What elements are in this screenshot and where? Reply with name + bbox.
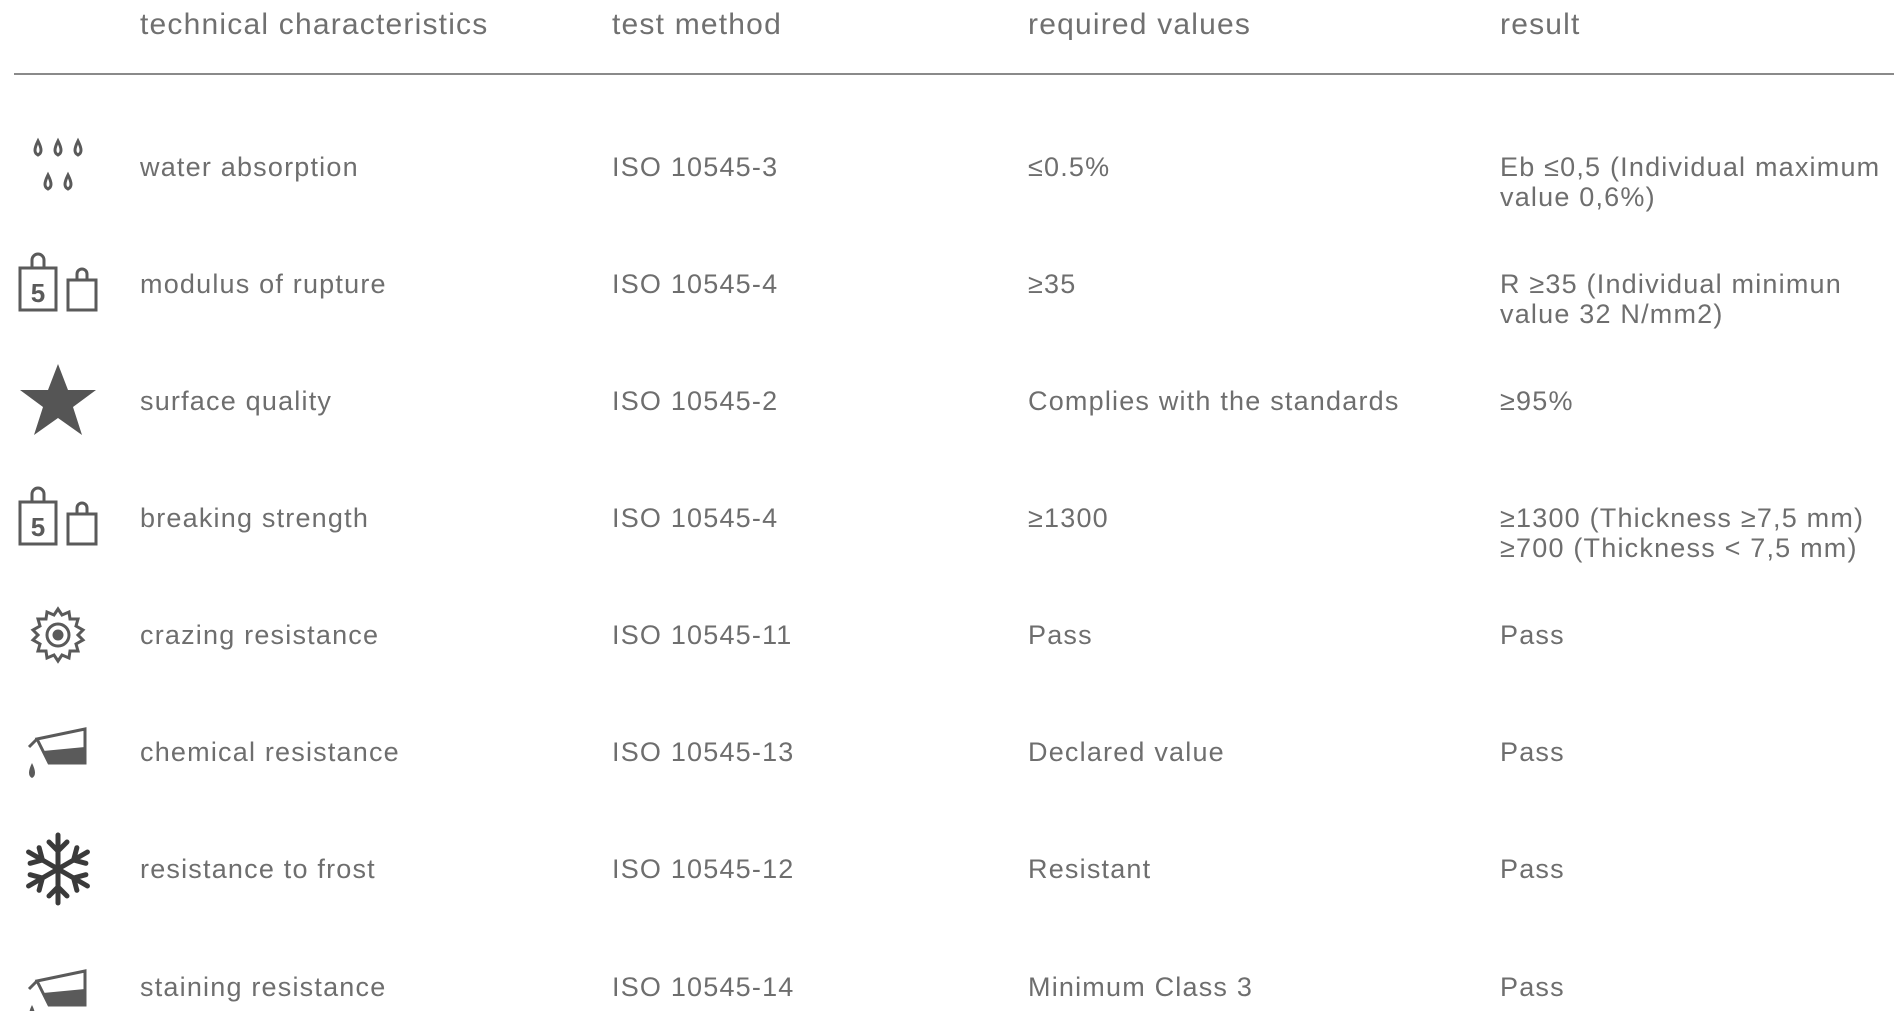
row-result: Pass [1500,854,1565,884]
row-characteristic: staining resistance [140,972,387,1002]
row-test-method: ISO 10545-13 [612,737,795,767]
crazing-gear-icon [8,600,108,670]
row-required-value: Resistant [1028,854,1152,884]
weight-icon-label: 5 [31,512,45,542]
row-characteristic: breaking strength [140,503,370,533]
header-technical-characteristics: technical characteristics [140,8,489,41]
row-result: Eb ≤0,5 (Individual maximum value 0,6%) [1500,152,1881,212]
row-required-value: Pass [1028,620,1093,650]
table-row: 5 breaking strength ISO 10545-4 ≥1300 ≥1… [0,461,1894,578]
weight-icon: 5 [8,481,108,551]
table-row: water absorption ISO 10545-3 ≤0.5% Eb ≤0… [0,110,1894,227]
row-result: ≥95% [1500,386,1574,416]
row-required-value: ≤0.5% [1028,152,1111,182]
star-icon [8,358,108,442]
table-row: chemical resistance ISO 10545-13 Declare… [0,695,1894,812]
row-characteristic: water absorption [140,152,359,182]
table-row: staining resistance ISO 10545-14 Minimum… [0,929,1894,1011]
row-result: ≥1300 (Thickness ≥7,5 mm) ≥700 (Thicknes… [1500,503,1865,563]
row-required-value: Declared value [1028,737,1225,767]
header-required-values: required values [1028,8,1252,41]
row-test-method: ISO 10545-14 [612,972,795,1002]
weight-icon-label: 5 [31,278,45,308]
row-required-value: ≥1300 [1028,503,1109,533]
chemical-beaker-icon [8,717,108,789]
header-result: result [1500,8,1581,41]
staining-beaker-icon [8,965,108,1011]
weight-icon: 5 [8,247,108,317]
row-test-method: ISO 10545-3 [612,152,779,182]
row-result: Pass [1500,737,1565,767]
row-characteristic: crazing resistance [140,620,380,650]
row-test-method: ISO 10545-12 [612,854,795,884]
row-result: Pass [1500,972,1565,1002]
row-characteristic: chemical resistance [140,737,400,767]
row-characteristic: surface quality [140,386,333,416]
snowflake-icon [8,824,108,914]
row-characteristic: modulus of rupture [140,269,387,299]
row-required-value: Minimum Class 3 [1028,972,1254,1002]
row-result: R ≥35 (Individual minimun value 32 N/mm2… [1500,269,1842,329]
row-required-value: Complies with the standards [1028,386,1400,416]
row-test-method: ISO 10545-11 [612,620,793,650]
row-required-value: ≥35 [1028,269,1077,299]
table-row: resistance to frost ISO 10545-12 Resista… [0,812,1894,929]
header-test-method: test method [612,8,782,41]
table-row: crazing resistance ISO 10545-11 Pass Pas… [0,578,1894,695]
row-characteristic: resistance to frost [140,854,376,884]
row-test-method: ISO 10545-2 [612,386,779,416]
table-row: 5 modulus of rupture ISO 10545-4 ≥35 R ≥… [0,227,1894,344]
technical-characteristics-table: technical characteristics test method re… [0,0,1894,1011]
row-test-method: ISO 10545-4 [612,269,779,299]
table-header: technical characteristics test method re… [0,0,1894,74]
row-test-method: ISO 10545-4 [612,503,779,533]
table-row: surface quality ISO 10545-2 Complies wit… [0,344,1894,461]
water-drops-icon [8,128,108,208]
header-divider [14,73,1894,75]
row-result: Pass [1500,620,1565,650]
